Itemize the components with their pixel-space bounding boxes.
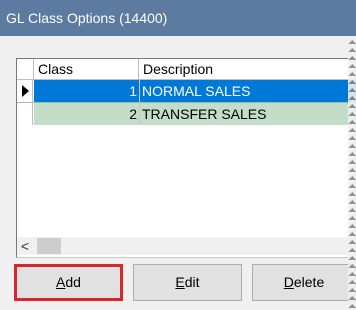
gl-class-options-window: GL Class Options (14400) Class Descripti…: [0, 0, 356, 310]
cell-class[interactable]: 2: [34, 103, 140, 125]
row-indicator[interactable]: [17, 80, 33, 102]
edit-button-label: Edit: [175, 274, 200, 290]
cell-description[interactable]: NORMAL SALES: [140, 80, 356, 102]
add-button[interactable]: Add: [14, 264, 123, 301]
grid-header: Class Description: [17, 59, 356, 80]
column-header-description[interactable]: Description: [140, 59, 356, 79]
row-indicator-header: [17, 59, 34, 79]
add-button-label: Add: [56, 274, 81, 290]
current-row-arrow-icon: [22, 85, 29, 97]
torn-edge: [348, 36, 356, 310]
cell-class[interactable]: 1: [34, 80, 140, 102]
delete-button[interactable]: Delete: [252, 264, 356, 301]
horizontal-scrollbar[interactable]: <: [17, 237, 356, 255]
row-indicator[interactable]: [17, 103, 33, 125]
title-bar[interactable]: GL Class Options (14400): [0, 0, 356, 36]
scrollbar-thumb[interactable]: [37, 238, 61, 254]
scroll-left-icon[interactable]: <: [17, 237, 33, 255]
edit-button[interactable]: Edit: [133, 264, 242, 301]
window-title: GL Class Options (14400): [6, 10, 168, 26]
gl-class-grid[interactable]: Class Description 1 NORMAL SALES 2 TRANS…: [16, 58, 356, 258]
column-header-class[interactable]: Class: [34, 59, 139, 79]
table-row[interactable]: 2 TRANSFER SALES: [17, 103, 356, 125]
delete-button-label: Delete: [283, 274, 325, 290]
table-row[interactable]: 1 NORMAL SALES: [17, 80, 356, 103]
cell-description[interactable]: TRANSFER SALES: [140, 103, 356, 125]
